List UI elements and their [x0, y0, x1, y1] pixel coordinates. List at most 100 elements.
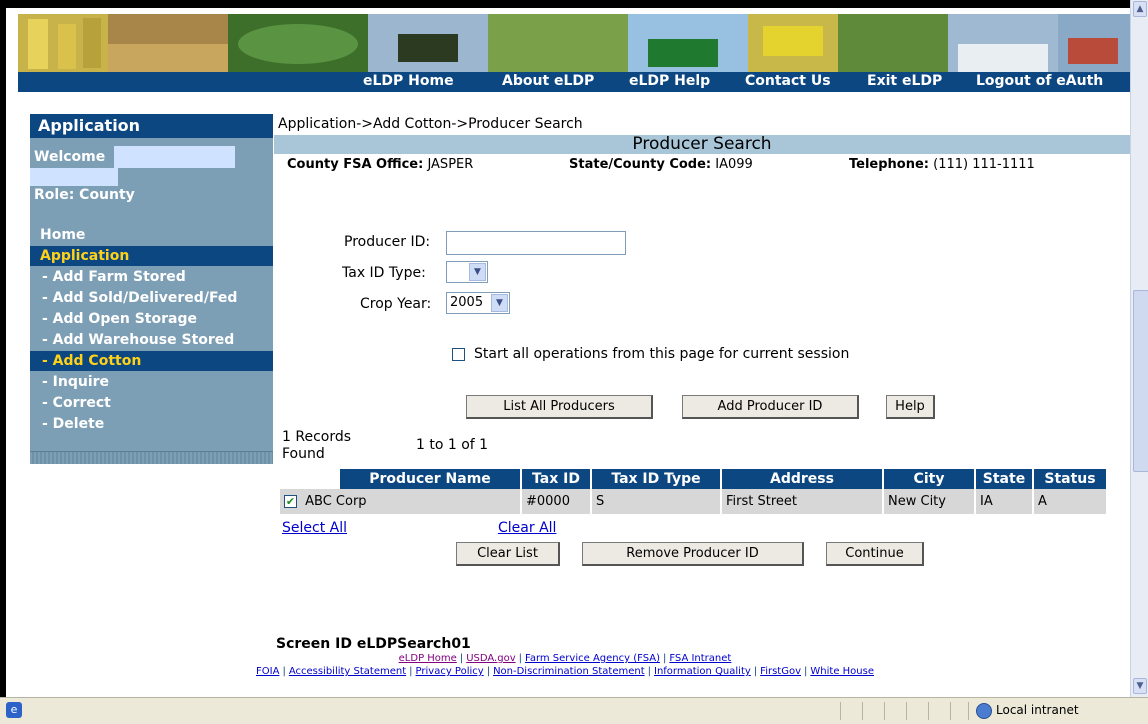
help-button[interactable]: Help — [886, 395, 935, 419]
telephone-value: (111) 111-1111 — [933, 157, 1035, 172]
clear-all-link[interactable]: Clear All — [498, 520, 556, 536]
intranet-globe-icon — [976, 703, 992, 719]
role-label: Role: County — [34, 187, 135, 203]
nav-eldp-home[interactable]: eLDP Home — [363, 73, 454, 89]
welcome-label: Welcome — [34, 149, 106, 165]
sidebar-header: Application — [30, 114, 273, 138]
tax-id-type-cell: S — [591, 489, 722, 514]
producer-name: ABC Corp — [305, 494, 367, 509]
footer-link-eldp-home[interactable]: eLDP Home — [399, 653, 457, 664]
sidebar-item-home[interactable]: Home — [30, 225, 273, 245]
footer-link-foia[interactable]: FOIA — [256, 666, 279, 677]
welcome-username-redacted — [114, 146, 235, 168]
table-header-tax-id-type: Tax ID Type — [591, 469, 722, 489]
state-county-code-label: State/County Code: — [569, 157, 712, 172]
city-cell: New City — [883, 489, 976, 514]
sidebar-item-add-open-storage[interactable]: - Add Open Storage — [30, 309, 273, 329]
scroll-down-icon[interactable]: ▼ — [1133, 678, 1147, 694]
top-nav-bar: eLDP Home About eLDP eLDP Help Contact U… — [18, 72, 1130, 92]
footer-link-firstgov[interactable]: FirstGov — [760, 666, 801, 677]
chevron-down-icon[interactable]: ▼ — [469, 263, 486, 281]
sidebar-item-application[interactable]: Application — [30, 246, 273, 266]
status-divider — [884, 702, 885, 720]
banner-image — [18, 14, 1130, 72]
header-banner — [18, 14, 1130, 72]
tax-id-type-select[interactable]: ▼ — [446, 261, 488, 283]
add-producer-id-button[interactable]: Add Producer ID — [682, 395, 859, 419]
county-office-info: County FSA Office: JASPER — [287, 157, 473, 172]
footer-link-usda[interactable]: USDA.gov — [466, 653, 515, 664]
table-header-address: Address — [721, 469, 884, 489]
table-header-state: State — [975, 469, 1034, 489]
table-header-city: City — [883, 469, 976, 489]
screen-id: Screen ID eLDPSearch01 — [276, 636, 471, 652]
footer-link-information-quality[interactable]: Information Quality — [654, 666, 751, 677]
security-zone: Local intranet — [996, 703, 1079, 717]
footer-link-fsa-intranet[interactable]: FSA Intranet — [669, 653, 731, 664]
ie-page-icon: e — [6, 702, 22, 718]
window-left-border — [0, 0, 6, 697]
crop-year-label: Crop Year: — [360, 296, 432, 312]
breadcrumb: Application->Add Cotton->Producer Search — [278, 116, 583, 132]
status-divider — [840, 702, 841, 720]
username-redacted — [30, 168, 118, 186]
footer-link-white-house[interactable]: White House — [810, 666, 874, 677]
table-header-row: Producer Name Tax ID Tax ID Type Address… — [280, 469, 1108, 489]
status-cell: A — [1033, 489, 1108, 514]
sidebar-item-add-warehouse-stored[interactable]: - Add Warehouse Stored — [30, 330, 273, 350]
table-header-select — [280, 469, 340, 489]
session-checkbox[interactable] — [452, 348, 465, 361]
nav-about-eldp[interactable]: About eLDP — [502, 73, 594, 89]
footer-link-non-discrimination[interactable]: Non-Discrimination Statement — [493, 666, 645, 677]
sidebar-item-add-sold-delivered-fed[interactable]: - Add Sold/Delivered/Fed — [30, 288, 273, 308]
remove-producer-id-button[interactable]: Remove Producer ID — [582, 542, 804, 566]
state-county-code-info: State/County Code: IA099 — [569, 157, 753, 172]
sidebar-item-add-farm-stored[interactable]: - Add Farm Stored — [30, 267, 273, 287]
sidebar-item-delete[interactable]: - Delete — [30, 414, 273, 434]
scroll-up-icon[interactable]: ▲ — [1133, 1, 1147, 17]
sidebar-footer-edge — [30, 451, 273, 464]
chevron-down-icon[interactable]: ▼ — [491, 294, 508, 312]
producer-name-cell: ✔ ABC Corp — [280, 489, 522, 514]
footer-link-privacy[interactable]: Privacy Policy — [416, 666, 484, 677]
producer-id-input[interactable] — [446, 231, 626, 255]
footer-link-accessibility[interactable]: Accessibility Statement — [289, 666, 406, 677]
footer-link-fsa[interactable]: Farm Service Agency (FSA) — [525, 653, 660, 664]
table-header-tax-id: Tax ID — [521, 469, 592, 489]
sidebar-item-correct[interactable]: - Correct — [30, 393, 273, 413]
continue-button[interactable]: Continue — [826, 542, 924, 566]
table-row: ✔ ABC Corp #0000 S First Street New City… — [280, 489, 1108, 514]
sidebar-item-inquire[interactable]: - Inquire — [30, 372, 273, 392]
status-divider — [862, 702, 863, 720]
crop-year-select[interactable]: 2005 ▼ — [446, 292, 510, 314]
vertical-scrollbar[interactable]: ▲ ▼ — [1130, 0, 1148, 697]
browser-window: eLDP Home About eLDP eLDP Help Contact U… — [0, 0, 1148, 724]
tax-id-cell: #0000 — [521, 489, 592, 514]
records-found: 1 Records Found — [282, 429, 352, 462]
table-header-status: Status — [1033, 469, 1108, 489]
clear-list-button[interactable]: Clear List — [456, 542, 560, 566]
state-cell: IA — [975, 489, 1034, 514]
status-divider — [928, 702, 929, 720]
nav-contact-us[interactable]: Contact Us — [745, 73, 831, 89]
footer-links-secondary: FOIA | Accessibility Statement | Privacy Pol… — [256, 666, 874, 677]
select-all-link[interactable]: Select All — [282, 520, 347, 536]
row-checkbox[interactable]: ✔ — [284, 495, 297, 508]
sidebar-item-add-cotton[interactable]: - Add Cotton — [30, 351, 273, 371]
status-divider — [968, 702, 969, 720]
footer-links-primary: eLDP Home | USDA.gov | Farm Service Agency (… — [398, 653, 732, 664]
browser-status-bar: e Local intranet — [0, 697, 1148, 724]
list-all-producers-button[interactable]: List All Producers — [466, 395, 653, 419]
records-range: 1 to 1 of 1 — [416, 437, 489, 453]
producer-id-label: Producer ID: — [344, 234, 431, 250]
scrollbar-thumb[interactable] — [1133, 290, 1148, 472]
nav-logout-eauth[interactable]: Logout of eAuth — [976, 73, 1103, 89]
address-cell: First Street — [721, 489, 884, 514]
producer-table: Producer Name Tax ID Tax ID Type Address… — [280, 469, 1108, 514]
session-checkbox-label: Start all operations from this page for … — [474, 346, 850, 362]
nav-eldp-help[interactable]: eLDP Help — [629, 73, 710, 89]
tax-id-type-label: Tax ID Type: — [342, 265, 426, 281]
nav-exit-eldp[interactable]: Exit eLDP — [867, 73, 942, 89]
crop-year-value: 2005 — [450, 295, 484, 310]
status-divider — [906, 702, 907, 720]
